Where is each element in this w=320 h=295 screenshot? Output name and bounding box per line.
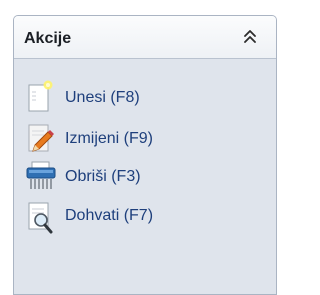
action-unesi[interactable]: Unesi (F8) xyxy=(14,77,276,117)
edit-pencil-icon xyxy=(24,118,58,158)
action-dohvati[interactable]: Dohvati (F7) xyxy=(14,195,276,235)
action-label: Unesi (F8) xyxy=(65,89,140,106)
panel-title: Akcije xyxy=(24,30,72,47)
action-izmijeni[interactable]: Izmijeni (F9) xyxy=(14,118,276,158)
panel-body: Unesi (F8) Izmijeni (F9) Obriši (F3) Doh… xyxy=(14,59,276,294)
search-document-icon xyxy=(24,195,58,235)
double-chevron-up-icon[interactable] xyxy=(242,27,258,47)
action-label: Izmijeni (F9) xyxy=(65,130,154,147)
panel-header: Akcije xyxy=(14,16,276,59)
action-label: Dohvati (F7) xyxy=(65,207,154,224)
action-obrisi[interactable]: Obriši (F3) xyxy=(14,156,276,196)
action-label: Obriši (F3) xyxy=(65,168,141,185)
shredder-delete-icon xyxy=(24,156,58,196)
new-document-icon xyxy=(24,77,58,117)
actions-panel: Akcije Unesi (F8) Izmijeni (F9) Obriši (… xyxy=(13,15,277,295)
